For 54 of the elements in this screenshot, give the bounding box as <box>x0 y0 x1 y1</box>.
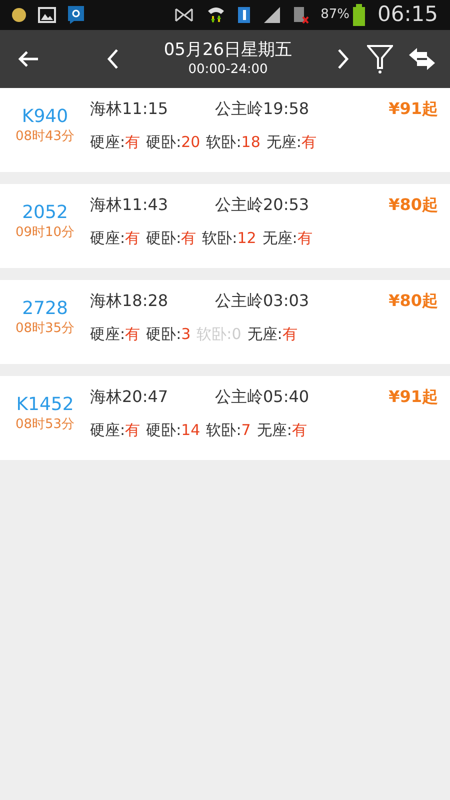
seat-availability: 软卧:12 <box>202 228 256 248</box>
seat-availability: 硬卧:20 <box>146 132 200 152</box>
seat-availability: 硬卧:14 <box>146 420 200 440</box>
time-range: 00:00-24:00 <box>188 61 268 79</box>
travel-duration: 09时10分 <box>15 224 75 242</box>
seat-availability: 硬座:有 <box>90 420 140 440</box>
image-icon <box>38 7 56 23</box>
seat-availability: 软卧:18 <box>206 132 260 152</box>
train-card[interactable]: 2052 09时10分 海林11:43 公主岭20:53 ¥80起 硬座:有 硬卧:有 软卧:12 无座:有 <box>0 184 450 268</box>
seat-availability: 硬卧:有 <box>146 228 196 248</box>
seat-availability: 硬座:有 <box>90 324 140 344</box>
travel-duration: 08时53分 <box>15 416 75 434</box>
ticket-price: ¥80起 <box>388 194 439 216</box>
departure-time: 海林11:15 <box>90 98 170 120</box>
seat-availability: 软卧:7 <box>206 420 251 440</box>
signal-icon <box>262 6 281 24</box>
departure-time: 海林20:47 <box>90 386 170 408</box>
train-number: K940 <box>22 106 68 128</box>
arrival-time: 公主岭19:58 <box>215 98 310 120</box>
departure-time: 海林11:43 <box>90 194 170 216</box>
travel-duration: 08时43分 <box>15 128 75 146</box>
chevron-left-icon <box>107 48 119 70</box>
seat-availability: 硬卧:3 <box>146 324 191 344</box>
seat-availability: 硬座:有 <box>90 228 140 248</box>
clock-time: 06:15 <box>377 1 438 28</box>
sim-card-icon <box>236 6 251 24</box>
train-number: 2052 <box>22 202 68 224</box>
seat-availability: 无座:有 <box>256 420 307 440</box>
date-title: 05月26日星期五 <box>164 39 292 61</box>
battery-icon <box>353 4 366 26</box>
ticket-price: ¥91起 <box>388 386 439 408</box>
train-number: 2728 <box>22 298 68 320</box>
back-arrow-icon <box>17 50 39 68</box>
seat-availability: 无座:有 <box>266 132 316 152</box>
wifi-icon <box>206 5 225 25</box>
departure-time: 海林18:28 <box>90 290 170 312</box>
battery-percent: 87% <box>320 6 350 24</box>
train-card[interactable]: K940 08时43分 海林11:15 公主岭19:58 ¥91起 硬座:有 硬卧:20 软卧:18 无座:有 <box>0 88 450 172</box>
app-icon <box>68 6 84 24</box>
ticket-price: ¥80起 <box>388 290 439 312</box>
seat-availability: 硬座:有 <box>90 132 140 152</box>
filter-icon <box>367 44 393 74</box>
train-card[interactable]: K1452 08时53分 海林20:47 公主岭05:40 ¥91起 硬座:有 硬卧:14 软卧:7 无座:有 <box>0 376 450 460</box>
chevron-right-icon <box>337 48 349 70</box>
travel-duration: 08时35分 <box>15 320 75 338</box>
arrival-time: 公主岭20:53 <box>215 194 310 216</box>
arrival-time: 公主岭05:40 <box>215 386 310 408</box>
no-sim-icon <box>292 6 309 24</box>
ticket-price: ¥91起 <box>388 98 439 120</box>
seat-availability: 无座:有 <box>247 324 298 344</box>
train-number: K1452 <box>16 394 74 416</box>
seat-availability: 无座:有 <box>262 228 312 248</box>
arrival-time: 公主岭03:03 <box>215 290 310 312</box>
swap-arrows-icon <box>409 48 435 70</box>
